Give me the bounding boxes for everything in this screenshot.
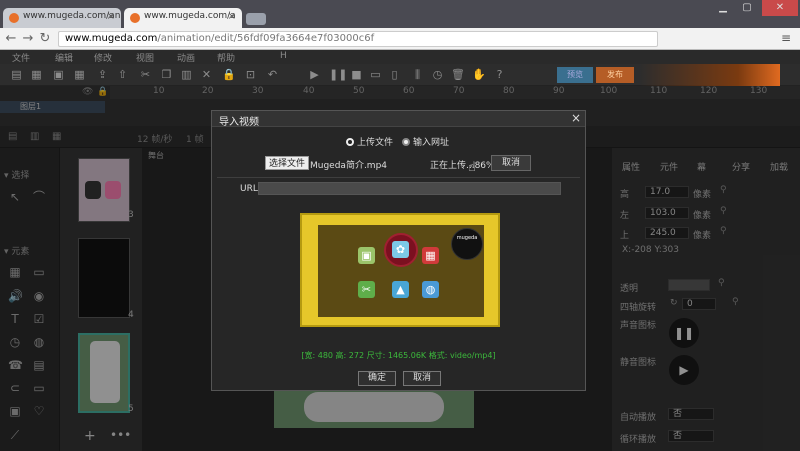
- close-icon[interactable]: ×: [571, 111, 581, 125]
- url-input[interactable]: www.mugeda.com/animation/edit/56fdf09fa3…: [58, 31, 658, 47]
- divider: [217, 177, 580, 178]
- app-icon: ✿: [392, 241, 409, 258]
- file-name: Mugeda简介.mp4: [310, 161, 388, 171]
- play-icon[interactable]: ▶: [308, 68, 321, 81]
- ok-button[interactable]: 确定: [358, 371, 396, 386]
- menu-file[interactable]: 文件: [12, 51, 30, 64]
- radio-enter-url[interactable]: 输入网址: [402, 135, 449, 148]
- radio-upload-label: 上传文件: [357, 138, 394, 148]
- share-icon[interactable]: ⇪: [96, 68, 109, 81]
- new-file-icon[interactable]: ▤: [10, 68, 23, 81]
- mugeda-favicon-icon: [9, 13, 19, 23]
- video-info: [宽: 480 高: 272 尺寸: 1465.06K 格式: video/mp…: [301, 351, 496, 360]
- url-label: URL: [240, 184, 258, 194]
- undo-icon[interactable]: ↶: [266, 68, 279, 81]
- upload-icon[interactable]: ⇧: [116, 68, 129, 81]
- url-path: /animation/edit/56fdf09fa3664e7f03000c6f: [157, 33, 375, 44]
- hand-icon[interactable]: ✋: [472, 68, 486, 81]
- mugeda-favicon-icon: [130, 13, 140, 23]
- reload-icon[interactable]: ↻: [37, 30, 53, 48]
- frame-icon[interactable]: ▯: [388, 68, 401, 81]
- upload-status: 正在上传...86%: [430, 161, 495, 171]
- bars-icon[interactable]: ⫼: [411, 68, 424, 81]
- close-window-icon[interactable]: ✕: [762, 0, 798, 16]
- import-video-dialog: 导入视频 × 上传文件 输入网址 选择文件 Mugeda简介.mp4 正在上传.…: [211, 110, 586, 391]
- url-host: www.mugeda.com: [65, 33, 158, 44]
- radio-unselected-icon: [402, 138, 410, 146]
- save-icon[interactable]: ▣: [52, 68, 65, 81]
- paste-icon[interactable]: ▥: [180, 68, 193, 81]
- browser-tab-2[interactable]: www.mugeda.com/a ×: [124, 8, 242, 28]
- menu-view[interactable]: 视图: [136, 51, 154, 64]
- new-tab-button[interactable]: [246, 13, 266, 25]
- cancel-upload-button[interactable]: 取消: [491, 155, 531, 171]
- publish-button[interactable]: 发布: [596, 67, 634, 83]
- app-icon: ▣: [358, 247, 375, 264]
- menu-animation[interactable]: 动画: [177, 51, 195, 64]
- dialog-title: 导入视频: [212, 111, 585, 128]
- radio-upload-file[interactable]: 上传文件: [346, 135, 393, 148]
- toolbar-glow: [640, 64, 780, 86]
- pause-icon[interactable]: ❚❚: [329, 68, 347, 81]
- app-icon: ▲: [392, 281, 409, 298]
- preview-button[interactable]: 预览: [557, 67, 593, 83]
- delete-icon[interactable]: ✕: [200, 68, 213, 81]
- maximize-icon[interactable]: ▢: [736, 0, 758, 16]
- app-icon: ✂: [358, 281, 375, 298]
- preview-screen: ▣ ✿ ▦ ✂ ▲ ◍ mugeda: [318, 225, 484, 317]
- close-tab-icon[interactable]: ×: [107, 11, 115, 22]
- browser-titlebar: www.mugeda.com/ani × www.mugeda.com/a × …: [0, 0, 800, 28]
- stop-icon[interactable]: ■: [350, 68, 363, 81]
- app-menubar: 文件 编辑 修改 视图 动画 帮助 H: [0, 50, 800, 64]
- tab-label: www.mugeda.com/a: [144, 11, 236, 21]
- forward-icon[interactable]: →: [20, 30, 36, 48]
- menu-help[interactable]: 帮助: [217, 51, 235, 64]
- address-bar: ← → ↻ www.mugeda.com/animation/edit/56fd…: [0, 28, 800, 50]
- app-icon: ◍: [422, 281, 439, 298]
- cut-icon[interactable]: ✂: [139, 68, 152, 81]
- browser-tab-1[interactable]: www.mugeda.com/ani ×: [3, 8, 121, 28]
- open-file-icon[interactable]: ▦: [30, 68, 43, 81]
- clock-icon[interactable]: ◷: [431, 68, 444, 81]
- radio-url-label: 输入网址: [413, 138, 450, 148]
- hand-cursor-icon: ☝: [468, 160, 476, 175]
- url-field[interactable]: [258, 182, 561, 195]
- radio-selected-icon: [346, 138, 354, 146]
- video-preview[interactable]: ▣ ✿ ▦ ✂ ▲ ◍ mugeda: [300, 213, 500, 327]
- app-icon: ▦: [422, 247, 439, 264]
- copy-icon[interactable]: ❐: [160, 68, 173, 81]
- trash-icon[interactable]: 🗑: [451, 68, 465, 81]
- lock-icon[interactable]: 🔒: [222, 68, 236, 81]
- choose-file-button[interactable]: 选择文件: [265, 156, 309, 170]
- screen-icon[interactable]: ▭: [369, 68, 382, 81]
- menu-edit[interactable]: 编辑: [55, 51, 73, 64]
- minimize-icon[interactable]: ▁: [712, 0, 734, 16]
- close-tab-icon[interactable]: ×: [228, 11, 236, 22]
- grid-icon[interactable]: ▦: [73, 68, 86, 81]
- help-icon[interactable]: ?: [493, 68, 506, 81]
- back-icon[interactable]: ←: [3, 30, 19, 48]
- browser-menu-icon[interactable]: ≡: [778, 31, 794, 47]
- mugeda-badge: mugeda: [451, 228, 483, 260]
- unlock-icon[interactable]: ⊡: [244, 68, 257, 81]
- cancel-button[interactable]: 取消: [403, 371, 441, 386]
- menu-modify[interactable]: 修改: [94, 51, 112, 64]
- menu-h[interactable]: H: [280, 51, 287, 61]
